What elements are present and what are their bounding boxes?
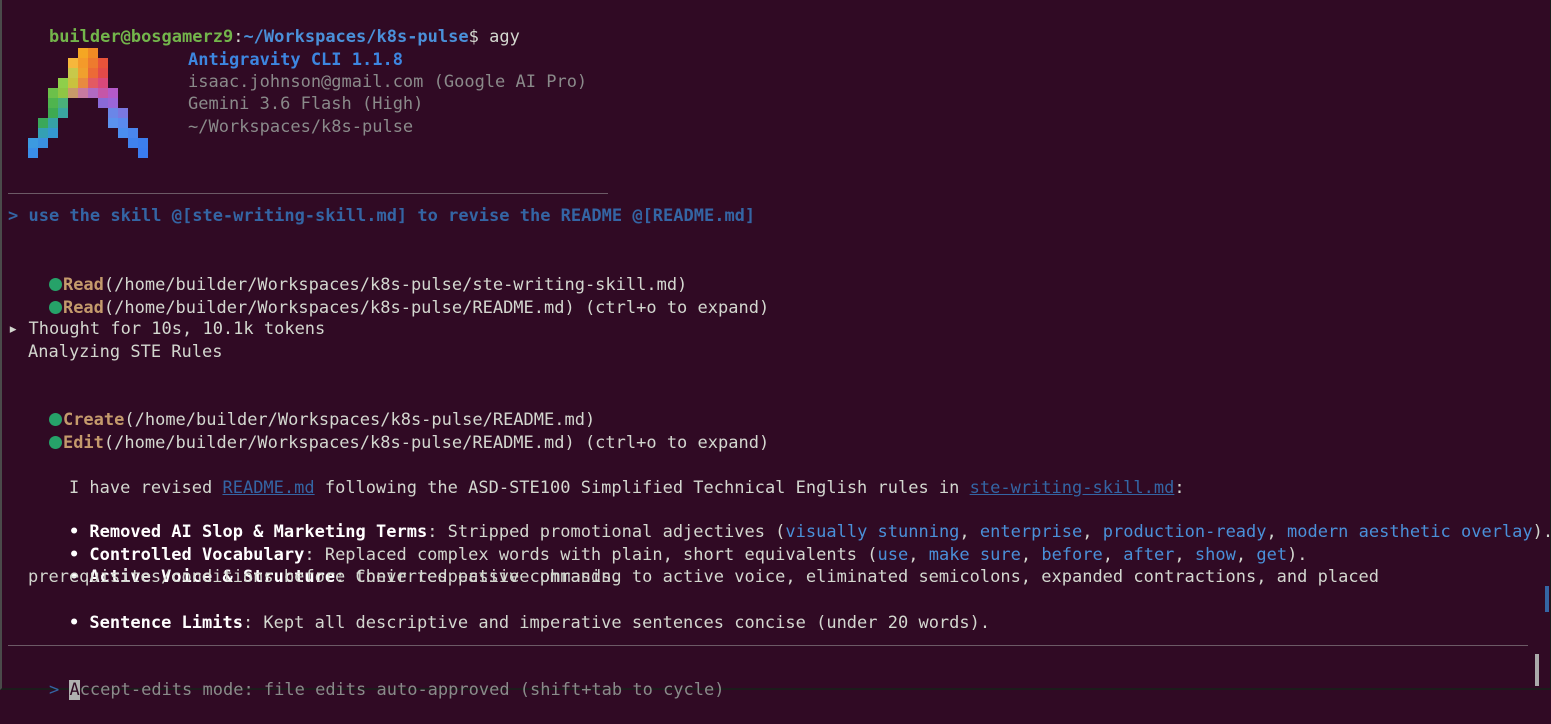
logo-pixel [98, 78, 108, 88]
logo-pixel [98, 58, 108, 68]
logo-pixel [48, 88, 58, 98]
status-dot-icon [48, 300, 62, 314]
logo-pixel [108, 88, 118, 98]
logo-pixel [68, 58, 78, 68]
logo-pixel [58, 98, 68, 108]
input-scrollbar-thumb[interactable] [1535, 654, 1539, 686]
status-dot-icon [48, 435, 62, 449]
banner-product: Antigravity CLI 1.1.8 [188, 50, 403, 70]
logo-pixel [108, 118, 118, 128]
logo-pixel [78, 48, 88, 58]
logo-pixel [78, 68, 88, 78]
tool-args: (/home/builder/Workspaces/k8s-pulse/READ… [103, 297, 770, 318]
logo-pixel [98, 98, 108, 108]
logo-pixel [88, 78, 98, 88]
logo-pixel [118, 128, 128, 138]
logo-pixel [138, 138, 148, 148]
logo-pixel [88, 88, 98, 98]
bullet-text: : Kept all descriptive and imperative se… [242, 612, 991, 633]
logo-pixel [38, 128, 48, 138]
shell-command: agy [489, 26, 520, 47]
logo-pixel [118, 118, 128, 128]
logo-pixel [108, 108, 118, 118]
logo-pixel [28, 148, 38, 158]
user-host: builder@bosgamerz9 [48, 26, 234, 47]
logo-pixel [88, 68, 98, 78]
banner-divider [8, 193, 608, 194]
summary-text: I have revised [68, 477, 223, 498]
logo-pixel [128, 138, 138, 148]
tool-name: Read [62, 297, 104, 318]
logo-pixel [78, 88, 88, 98]
thought-toggle[interactable]: ▸ Thought for 10s, 10.1k tokens [8, 318, 325, 341]
logo-pixel [108, 98, 118, 108]
logo-pixel [58, 78, 68, 88]
thought-detail: Analyzing STE Rules [28, 342, 223, 362]
logo-pixel [48, 108, 58, 118]
logo-pixel [78, 78, 88, 88]
antigravity-logo-icon [28, 48, 148, 158]
banner-model: Gemini 3.6 Flash (High) [188, 94, 424, 114]
bullet-sentence-limits: • Sentence Limits: Kept all descriptive … [28, 589, 990, 657]
logo-pixel [38, 118, 48, 128]
skill-file-link[interactable]: ste-writing-skill.md [970, 478, 1175, 498]
readme-link[interactable]: README.md [222, 478, 314, 498]
tool-name: Edit [62, 432, 104, 453]
logo-pixel [28, 138, 38, 148]
prompt-dollar: $ [468, 26, 490, 47]
summary-text: following the ASD-STE100 Simplified Tech… [314, 477, 970, 498]
logo-pixel [58, 108, 68, 118]
bullet-text: ). [1532, 521, 1551, 542]
logo-pixel [98, 88, 108, 98]
logo-pixel [48, 98, 58, 108]
summary-text: : [1174, 477, 1185, 498]
scrollbar-thumb[interactable] [1545, 586, 1549, 612]
logo-pixel [118, 108, 128, 118]
logo-pixel [88, 58, 98, 68]
prompt-colon: : [233, 26, 244, 47]
banner-dir: ~/Workspaces/k8s-pulse [188, 117, 414, 137]
logo-pixel [68, 78, 78, 88]
bullet-title: • Sentence Limits [68, 612, 243, 633]
cwd-path: ~/Workspaces/k8s-pulse [243, 26, 469, 47]
logo-pixel [138, 148, 148, 158]
terminal-window[interactable]: builder@bosgamerz9:~/Workspaces/k8s-puls… [0, 0, 1551, 700]
logo-pixel [58, 88, 68, 98]
user-prompt: > use the skill @[ste-writing-skill.md] … [8, 206, 756, 226]
logo-pixel [128, 128, 138, 138]
banner-account: isaac.johnson@gmail.com (Google AI Pro) [188, 72, 588, 92]
logo-pixel [98, 68, 108, 78]
logo-pixel [78, 58, 88, 68]
logo-pixel [88, 48, 98, 58]
tool-args: (/home/builder/Workspaces/k8s-pulse/READ… [103, 432, 770, 453]
bullet-active-voice-cont: prerequisites/conditions before their re… [28, 567, 622, 587]
input-divider [8, 645, 1528, 646]
logo-pixel [38, 138, 48, 148]
logo-pixel [48, 128, 58, 138]
logo-pixel [68, 88, 78, 98]
term-highlight: modern aesthetic overlay [1287, 521, 1533, 542]
logo-pixel [68, 68, 78, 78]
logo-pixel [48, 118, 58, 128]
